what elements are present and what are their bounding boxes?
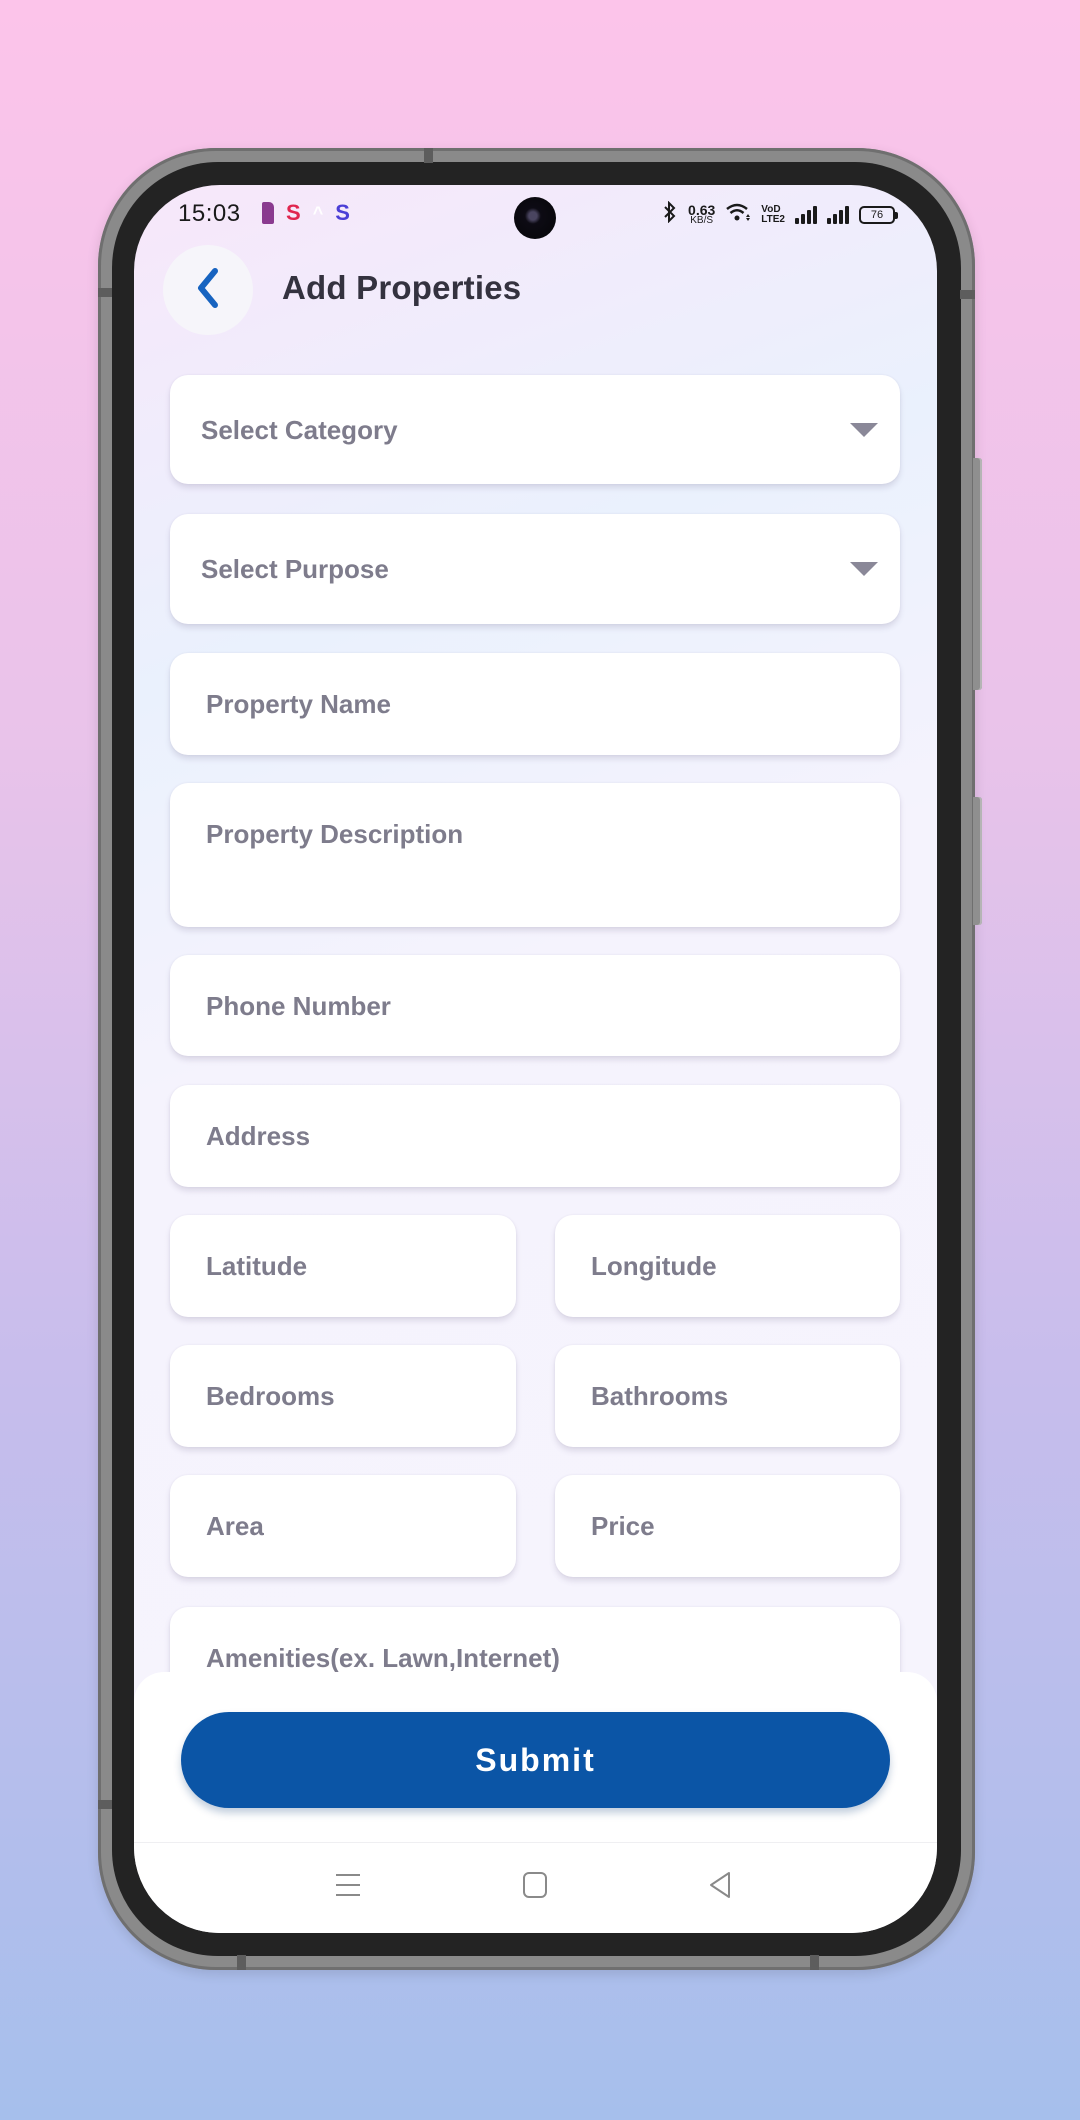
power-button [973,797,982,925]
bottom-action-bar: Submit [134,1672,937,1842]
sim-icon [262,202,274,224]
bedrooms-placeholder: Bedrooms [206,1381,335,1411]
property-description-placeholder: Property Description [206,819,464,849]
network-speed: 0.63 KB/S [688,201,716,227]
property-name-placeholder: Property Name [206,689,391,719]
address-input[interactable]: Address [170,1085,900,1187]
phone-screen: 15:03 S ^ S 0.63 KB/S VoD LTE2 76 Add Pr… [134,185,937,1933]
chevron-left-icon [193,266,223,315]
volte-indicator: VoD LTE2 [761,204,785,225]
battery-icon: 76 [859,205,898,224]
frame-antenna-line [810,1955,819,1970]
recents-button[interactable] [328,1867,368,1907]
latitude-placeholder: Latitude [206,1251,308,1281]
app-s-red-icon: S [286,200,301,225]
home-icon [522,1871,548,1904]
chevron-up-icon: ^ [312,203,324,223]
frame-antenna-line [98,288,112,297]
frame-antenna-line [98,1800,112,1809]
system-back-button[interactable] [700,1867,740,1907]
category-select[interactable]: Select Category [170,375,900,484]
back-button[interactable] [163,245,253,335]
front-camera [514,197,556,239]
submit-button[interactable]: Submit [181,1712,890,1808]
category-placeholder: Select Category [201,415,398,445]
purpose-placeholder: Select Purpose [201,554,389,584]
price-input[interactable]: Price [555,1475,900,1577]
menu-icon [335,1872,361,1903]
longitude-placeholder: Longitude [591,1251,717,1281]
system-icons: 0.63 KB/S VoD LTE2 76 [662,200,898,228]
wifi-icon [725,202,751,227]
caret-down-icon [850,562,878,576]
signal-strength-icon [827,205,849,224]
volume-button [973,458,982,690]
property-name-input[interactable]: Property Name [170,653,900,755]
price-placeholder: Price [591,1511,655,1541]
page-title: Add Properties [282,269,522,306]
property-description-input[interactable]: Property Description [170,783,900,927]
frame-antenna-line [237,1955,246,1970]
home-button[interactable] [515,1867,555,1907]
bluetooth-icon [662,200,678,228]
purpose-select[interactable]: Select Purpose [170,514,900,624]
frame-antenna-line [424,148,433,163]
area-input[interactable]: Area [170,1475,516,1577]
app-header: Add Properties [134,245,937,335]
area-placeholder: Area [206,1511,264,1541]
system-navigation-bar [134,1842,937,1933]
back-icon [708,1871,732,1904]
longitude-input[interactable]: Longitude [555,1215,900,1317]
bedrooms-input[interactable]: Bedrooms [170,1345,516,1447]
bathrooms-input[interactable]: Bathrooms [555,1345,900,1447]
battery-level: 76 [870,208,884,221]
latitude-input[interactable]: Latitude [170,1215,516,1317]
signal-strength-icon [795,205,817,224]
caret-down-icon [850,423,878,437]
address-placeholder: Address [206,1121,311,1151]
app-s-blue-icon: S [335,200,350,225]
phone-number-placeholder: Phone Number [206,991,391,1021]
notification-icons: S ^ S [262,202,350,224]
bathrooms-placeholder: Bathrooms [591,1381,729,1411]
amenities-placeholder: Amenities(ex. Lawn,Internet) [206,1643,560,1673]
status-time: 15:03 [178,200,241,227]
phone-number-input[interactable]: Phone Number [170,955,900,1056]
status-bar: 15:03 S ^ S 0.63 KB/S VoD LTE2 76 [134,185,937,247]
frame-antenna-line [960,290,975,299]
